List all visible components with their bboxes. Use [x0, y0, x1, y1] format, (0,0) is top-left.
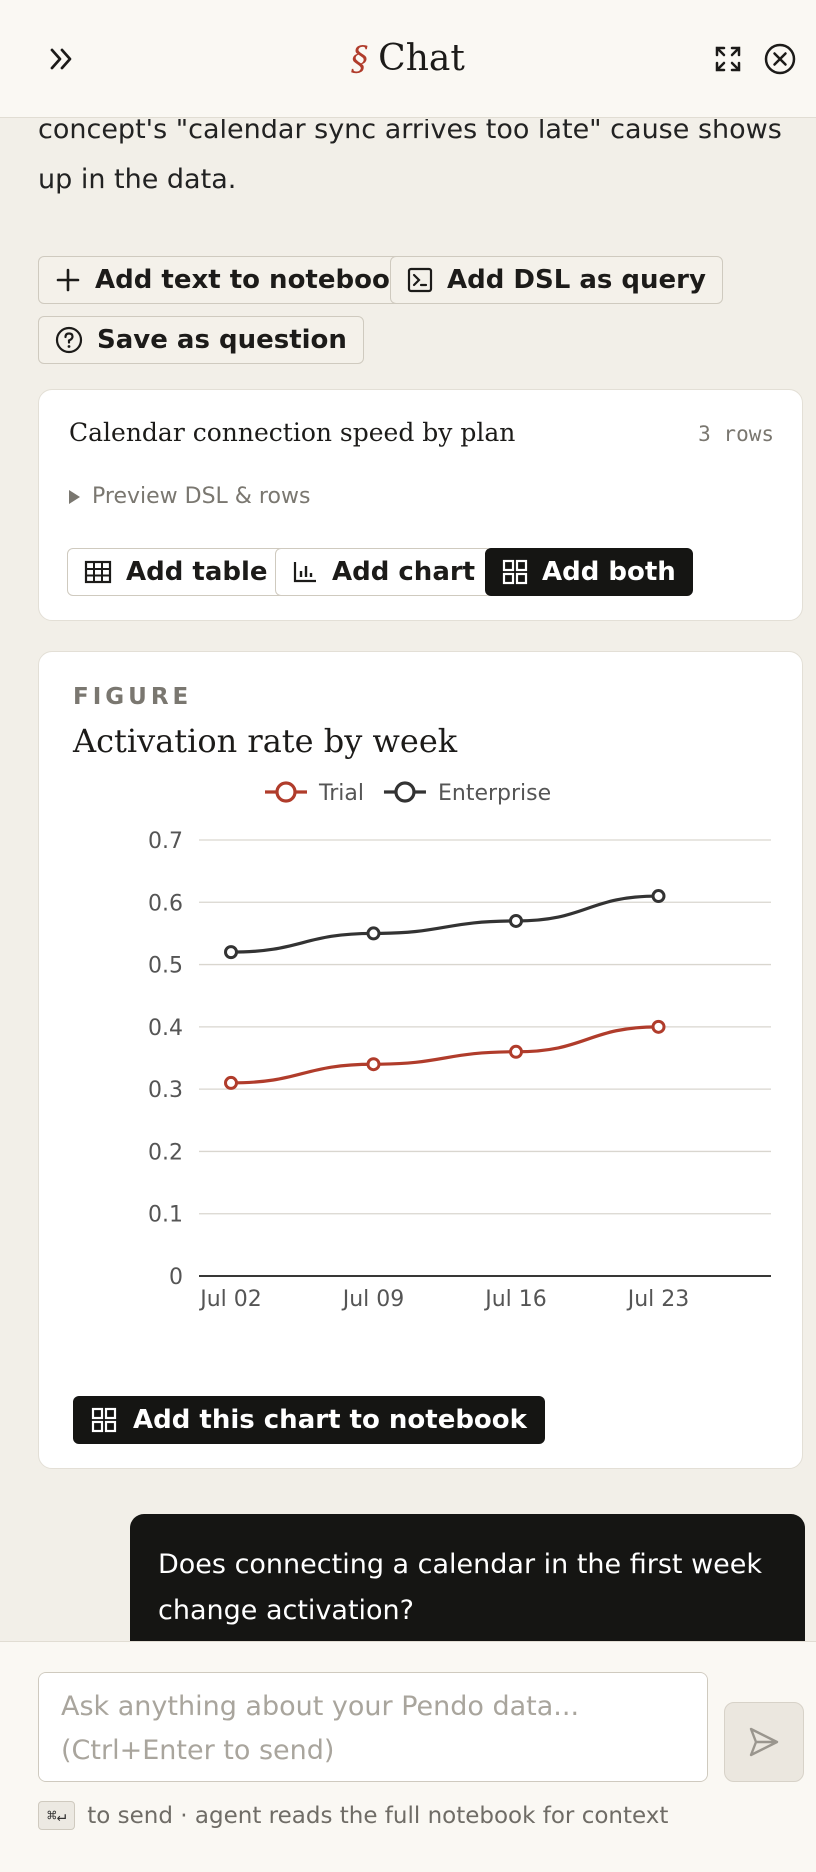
bar-chart-icon: [293, 562, 316, 583]
preview-dsl-label: Preview DSL & rows: [92, 484, 311, 509]
assistant-message-text: concept's "calendar sync arrives too lat…: [38, 119, 782, 195]
y-tick-label: 0.3: [148, 1078, 183, 1103]
composer-hint: ⌘↵ to send · agent reads the full notebo…: [38, 1801, 668, 1830]
x-tick-label: Jul 16: [483, 1287, 547, 1312]
question-circle-icon: [55, 326, 83, 354]
legend-marker-trial: [275, 781, 297, 803]
x-tick-label: Jul 09: [341, 1287, 405, 1312]
preview-dsl-toggle[interactable]: Preview DSL & rows: [69, 484, 310, 509]
y-tick-label: 0.1: [148, 1203, 183, 1228]
expand-icon: [715, 46, 741, 72]
query-card-title: Calendar connection speed by plan: [69, 418, 516, 447]
expand-button[interactable]: [706, 37, 750, 81]
disclosure-triangle-icon: [69, 489, 80, 504]
y-tick-label: 0.5: [148, 954, 183, 979]
hint-text: to send · agent reads the full notebook …: [87, 1802, 669, 1829]
add-both-label: Add both: [542, 557, 676, 587]
grid-icon: [502, 559, 528, 585]
rows-count: 3 rows: [698, 422, 774, 446]
save-as-question-button[interactable]: Save as question: [38, 316, 364, 364]
add-text-label: Add text to notebook: [95, 265, 408, 295]
chat-scroll-area[interactable]: concept's "calendar sync arrives too lat…: [0, 119, 816, 1641]
add-chart-to-notebook-label: Add this chart to notebook: [133, 1405, 527, 1435]
chat-title-group: § Chat: [351, 38, 465, 79]
plus-icon: [56, 268, 80, 292]
legend-label-enterprise: Enterprise: [438, 781, 551, 806]
data-point-trial: [651, 1019, 666, 1034]
chat-input[interactable]: [38, 1672, 708, 1782]
query-card: Calendar connection speed by plan 3 rows…: [38, 389, 803, 621]
data-point-enterprise: [224, 945, 238, 960]
keyboard-shortcut: ⌘↵: [38, 1801, 76, 1830]
data-point-enterprise: [366, 926, 381, 941]
table-icon: [84, 560, 112, 584]
y-tick-label: 0.2: [148, 1140, 183, 1165]
legend-marker-enterprise: [394, 781, 416, 803]
data-point-trial: [366, 1057, 381, 1072]
activation-chart: 0 0.1 0.2 0.3 0.4 0.5 0.6 0.7 Jul 02 Jul 09 Jul 16…: [148, 781, 771, 1312]
add-both-button[interactable]: Add both: [485, 548, 693, 596]
y-tick-label: 0.7: [148, 829, 183, 854]
send-button[interactable]: [724, 1702, 804, 1782]
figure-card: FIGURE Activation rate by week 0 0.1 0.2 0.…: [38, 651, 803, 1469]
data-point-enterprise: [509, 913, 523, 928]
data-point-enterprise: [651, 889, 666, 904]
terminal-icon: [407, 267, 433, 293]
collapse-panel-button[interactable]: [40, 37, 84, 81]
add-table-label: Add table: [126, 557, 268, 587]
chevrons-right-icon: [50, 48, 72, 70]
grid-icon: [91, 1407, 117, 1433]
add-text-to-notebook-button[interactable]: Add text to notebook: [38, 256, 425, 304]
send-icon: [749, 1727, 779, 1757]
composer: ⌘↵ to send · agent reads the full notebo…: [0, 1641, 816, 1872]
add-dsl-label: Add DSL as query: [447, 265, 706, 295]
chat-header: § Chat: [0, 0, 816, 118]
add-chart-to-notebook-button[interactable]: Add this chart to notebook: [73, 1396, 545, 1444]
add-table-button[interactable]: Add table: [67, 548, 285, 596]
user-message-bubble: Does connecting a calendar in the first …: [130, 1514, 805, 1641]
add-chart-button[interactable]: Add chart: [275, 548, 493, 596]
close-circle-icon: [764, 43, 796, 75]
user-message-text: Does connecting a calendar in the first …: [158, 1549, 763, 1626]
y-tick-label: 0.4: [148, 1016, 183, 1041]
add-dsl-as-query-button[interactable]: Add DSL as query: [390, 256, 723, 304]
close-button[interactable]: [758, 37, 802, 81]
legend-label-trial: Trial: [318, 781, 364, 806]
x-tick-label: Jul 23: [626, 1287, 690, 1312]
x-tick-label: Jul 02: [198, 1287, 262, 1312]
data-point-trial: [509, 1044, 523, 1059]
add-chart-label: Add chart: [332, 557, 476, 587]
series-line-trial: [230, 1025, 659, 1085]
y-tick-label: 0: [169, 1265, 183, 1290]
section-symbol: §: [351, 38, 369, 79]
series-line-enterprise: [230, 894, 659, 954]
data-point-trial: [224, 1075, 238, 1090]
y-tick-label: 0.6: [148, 891, 183, 916]
save-question-label: Save as question: [97, 325, 347, 355]
chat-title: Chat: [378, 38, 465, 79]
